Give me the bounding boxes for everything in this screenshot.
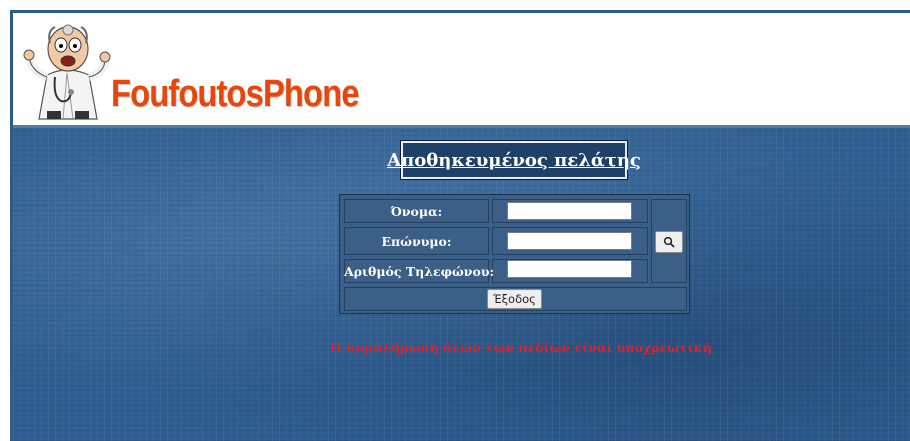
- first-name-field[interactable]: [507, 202, 632, 220]
- first-name-label: Όνομα:: [390, 204, 443, 219]
- phone-label: Αριθμός Τηλεφώνου:: [344, 264, 495, 279]
- phone-field[interactable]: [507, 260, 632, 278]
- last-name-label: Επώνυμο:: [381, 234, 452, 249]
- customer-form-panel: Όνομα: Επώνυμο: Αριθμός Τηλεφώνου: Έξοδο…: [339, 194, 690, 314]
- page-title-box: Αποθηκευμένος πελάτης: [387, 141, 641, 179]
- search-icon: [663, 236, 675, 248]
- required-fields-notice: Η συμπλήρωση όλων των πεδίων είναι υποχρ…: [330, 340, 712, 355]
- brand-logo-text: FoufoutosPhone: [111, 73, 359, 115]
- search-button[interactable]: [655, 231, 683, 253]
- last-name-field[interactable]: [507, 232, 632, 250]
- exit-button[interactable]: Έξοδος: [487, 289, 542, 309]
- header: FoufoutosPhone: [13, 13, 910, 125]
- cartoon-doctor-icon: [23, 24, 111, 120]
- page-title: Αποθηκευμένος πελάτης: [387, 149, 641, 171]
